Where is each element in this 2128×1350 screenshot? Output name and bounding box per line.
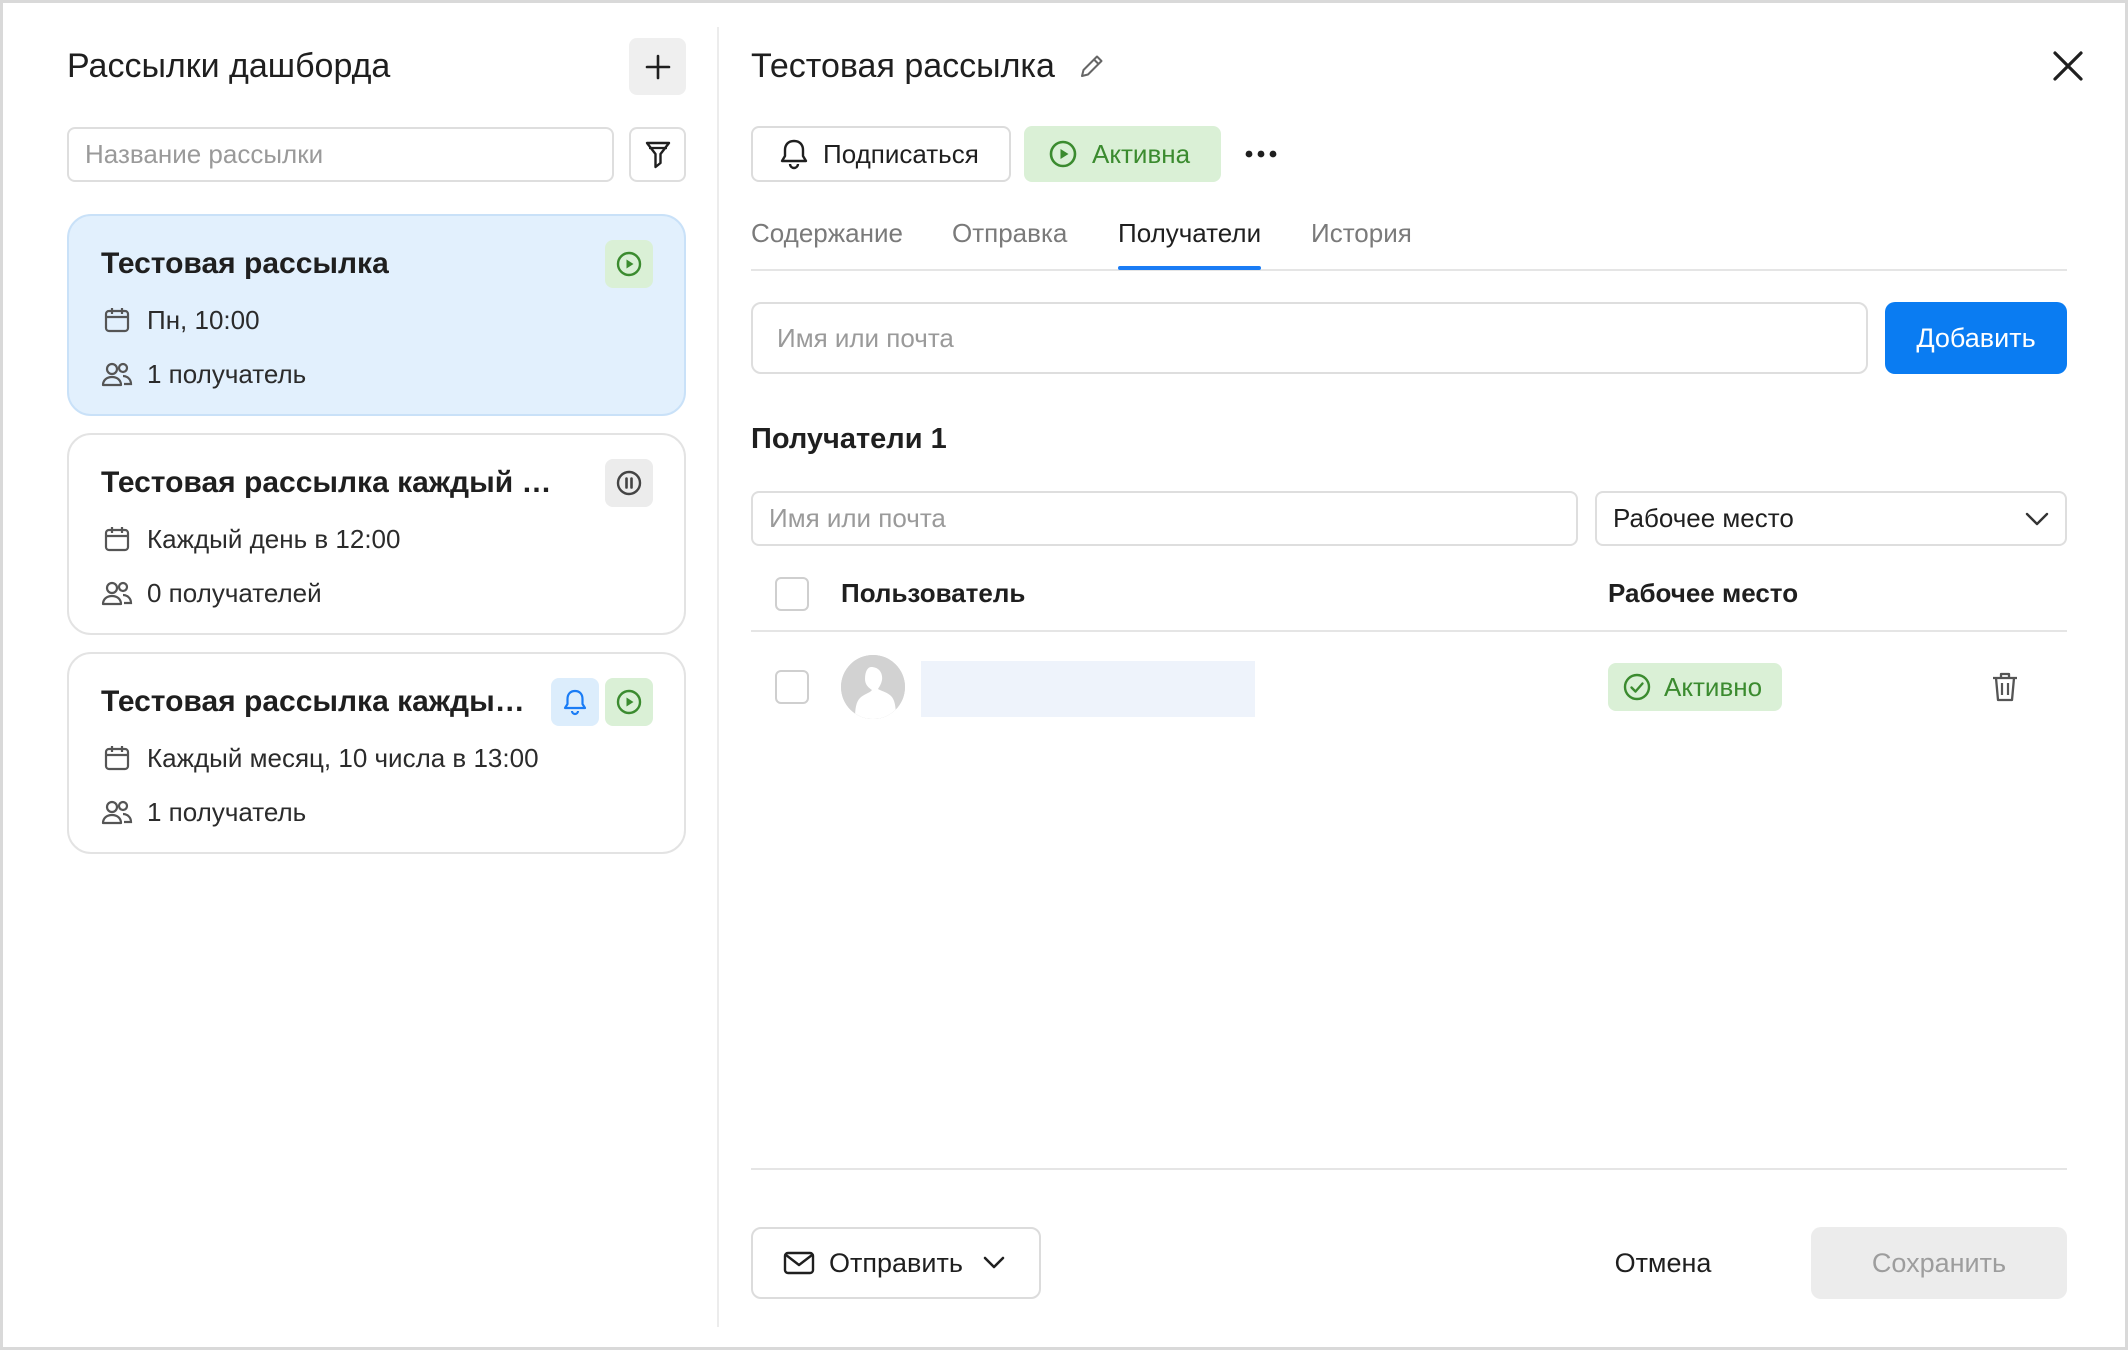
mailing-card[interactable]: Тестовая рассылка каждый м... Каждый мес… xyxy=(67,652,686,854)
mailing-schedule: Каждый день в 12:00 xyxy=(101,523,400,555)
status-toggle-button[interactable]: Активна xyxy=(1024,126,1221,182)
user-name-placeholder xyxy=(921,661,1255,717)
mailing-recipients: 1 получатель xyxy=(101,796,306,828)
trash-icon[interactable] xyxy=(1987,669,2023,705)
pencil-icon[interactable] xyxy=(1077,51,1107,81)
filter-icon xyxy=(645,141,670,168)
mailing-recipients-text: 1 получатель xyxy=(147,358,307,389)
status-active-badge xyxy=(605,240,653,288)
recipient-search-input[interactable] xyxy=(751,302,1868,374)
status-badge: Активно xyxy=(1608,663,1783,711)
mailing-card-title: Тестовая рассылка xyxy=(101,247,389,280)
chevron-down-icon xyxy=(2025,512,2049,525)
more-icon xyxy=(1245,150,1277,158)
status-label: Активна xyxy=(1092,138,1191,169)
select-all-checkbox[interactable] xyxy=(775,577,809,611)
user-silhouette-icon xyxy=(841,655,905,719)
subscribe-button[interactable]: Подписаться xyxy=(751,126,1011,182)
status-badge-label: Активно xyxy=(1664,671,1763,702)
mailing-card-title: Тестовая рассылка каждый день xyxy=(101,466,561,499)
subscribed-badge xyxy=(551,678,599,726)
mailing-title: Тестовая рассылка xyxy=(751,47,1055,85)
footer-divider xyxy=(751,1168,2067,1170)
users-icon xyxy=(101,796,133,828)
play-icon xyxy=(1049,140,1077,168)
mailing-card[interactable]: Тестовая рассылка Пн, 10:00 1 получатель xyxy=(67,214,686,416)
save-button[interactable]: Сохранить xyxy=(1811,1227,2067,1299)
recipient-filter-input[interactable] xyxy=(751,491,1578,546)
workspace-select[interactable]: Рабочее место xyxy=(1595,491,2067,546)
pause-icon xyxy=(616,470,642,496)
users-icon xyxy=(101,358,133,390)
calendar-icon xyxy=(101,742,133,774)
recipients-table-header: Пользователь Рабочее место xyxy=(751,568,2067,632)
mailing-recipients: 1 получатель xyxy=(101,358,306,390)
row-checkbox[interactable] xyxy=(775,670,809,704)
send-label: Отправить xyxy=(829,1247,963,1278)
add-recipient-button[interactable]: Добавить xyxy=(1885,302,2067,374)
bell-icon xyxy=(780,139,808,170)
mailing-schedule-text: Каждый день в 12:00 xyxy=(147,523,401,554)
check-circle-icon xyxy=(1623,673,1651,701)
users-icon xyxy=(101,577,133,609)
subscribe-label: Подписаться xyxy=(823,138,979,169)
mailing-recipients-text: 1 получатель xyxy=(147,796,307,827)
mailing-schedule-text: Каждый месяц, 10 числа в 13:00 xyxy=(147,742,539,773)
calendar-icon xyxy=(101,304,133,336)
tab-content[interactable]: Содержание xyxy=(751,213,903,253)
mailing-schedule: Пн, 10:00 xyxy=(101,304,260,336)
detail-tabs: Содержание Отправка Получатели История xyxy=(751,213,2067,271)
panel-divider xyxy=(717,27,719,1327)
mailing-schedule: Каждый месяц, 10 числа в 13:00 xyxy=(101,742,539,774)
bell-icon xyxy=(563,689,587,716)
column-header-user: Пользователь xyxy=(841,578,1026,608)
tab-sending[interactable]: Отправка xyxy=(952,213,1067,253)
status-paused-badge xyxy=(605,459,653,507)
recipients-section-title: Получатели 1 xyxy=(751,423,947,455)
mail-icon xyxy=(783,1251,815,1275)
sidebar-title: Рассылки дашборда xyxy=(67,47,391,85)
mailing-card[interactable]: Тестовая рассылка каждый день Каждый ден… xyxy=(67,433,686,635)
avatar xyxy=(841,655,905,719)
cancel-button[interactable]: Отмена xyxy=(1589,1227,1737,1299)
play-icon xyxy=(616,251,642,277)
plus-icon xyxy=(645,54,670,79)
tab-history[interactable]: История xyxy=(1311,213,1412,253)
status-active-badge xyxy=(605,678,653,726)
mailing-dialog: Рассылки дашборда Тестовая рассылка xyxy=(0,0,2128,1350)
mailing-schedule-text: Пн, 10:00 xyxy=(147,304,260,335)
mailing-list-panel: Рассылки дашборда Тестовая рассылка xyxy=(3,3,719,1347)
mailing-recipients: 0 получателей xyxy=(101,577,322,609)
chevron-down-icon xyxy=(983,1256,1005,1269)
send-button[interactable]: Отправить xyxy=(751,1227,1041,1299)
mailing-card-title: Тестовая рассылка каждый м... xyxy=(101,685,541,718)
play-icon xyxy=(616,689,642,715)
workspace-select-value: Рабочее место xyxy=(1613,503,1794,533)
filter-button[interactable] xyxy=(629,127,686,182)
calendar-icon xyxy=(101,523,133,555)
close-icon[interactable] xyxy=(2049,47,2087,85)
add-mailing-button[interactable] xyxy=(629,38,686,95)
column-header-workspace: Рабочее место xyxy=(1608,578,1799,608)
more-actions-button[interactable] xyxy=(1241,139,1281,169)
mailing-search-input[interactable] xyxy=(67,127,614,182)
table-row: Активно xyxy=(751,643,2067,733)
mailing-recipients-text: 0 получателей xyxy=(147,577,322,608)
tab-recipients[interactable]: Получатели xyxy=(1118,213,1262,270)
